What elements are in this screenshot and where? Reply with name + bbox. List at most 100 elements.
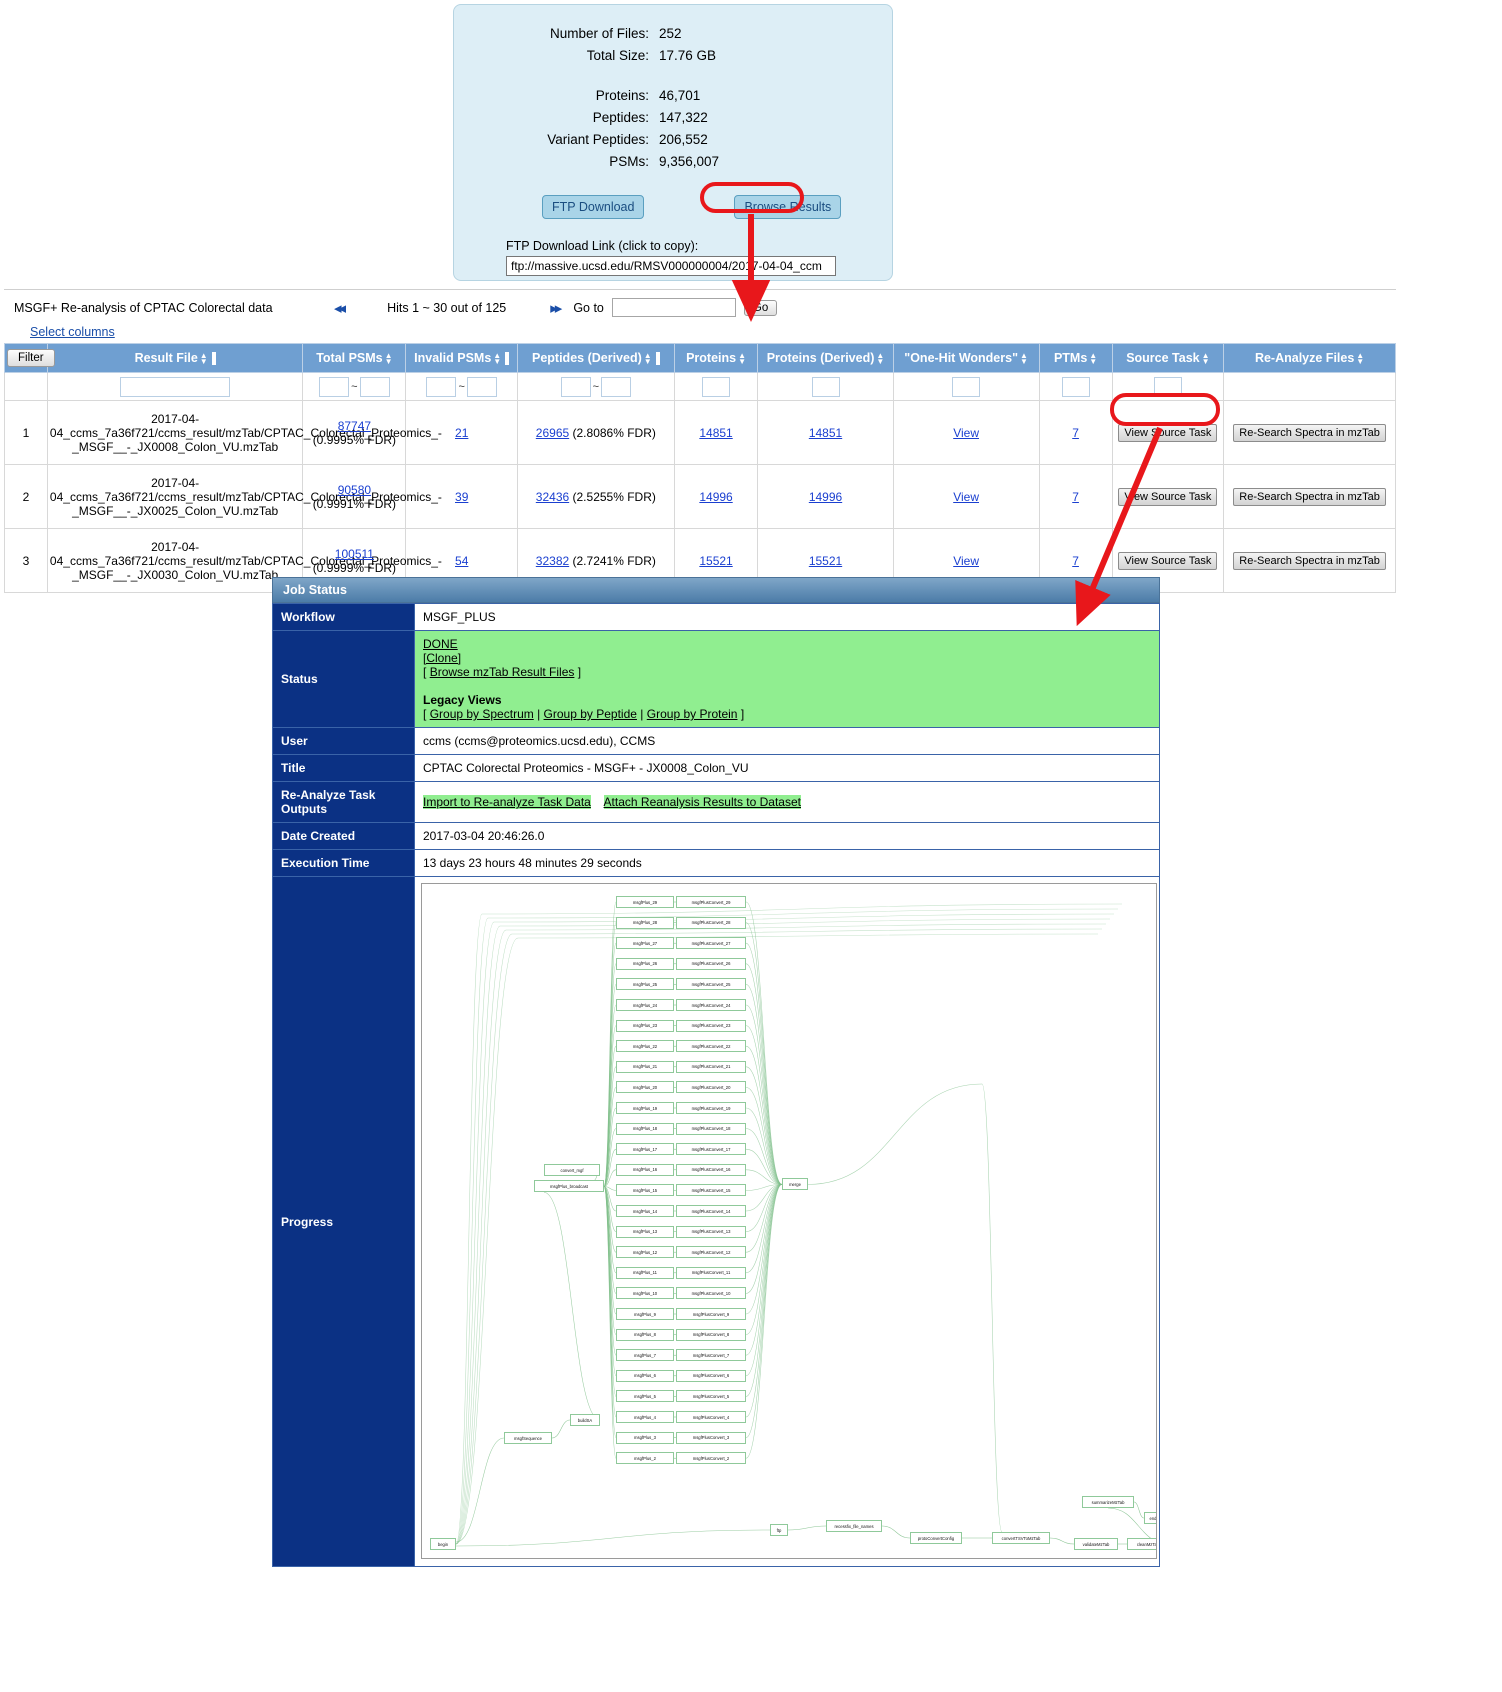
workflow-node[interactable]: msgfPlus_8 — [616, 1328, 674, 1341]
group-by-peptide-link[interactable]: Group by Peptide — [544, 707, 637, 721]
workflow-node[interactable]: msgfPlus_18 — [616, 1122, 674, 1135]
col-header-proteins[interactable]: Proteins ▲ ▼ — [673, 343, 759, 373]
workflow-node[interactable]: msgfPlus_28 — [616, 916, 674, 929]
workflow-node[interactable]: msgfPlusConvert_19 — [676, 1102, 746, 1114]
workflow-node[interactable]: msgfPlusConvert_26 — [676, 957, 746, 970]
workflow-node[interactable]: msgfPlus_19 — [616, 1102, 674, 1114]
proteins-derived-link[interactable]: 14851 — [809, 426, 842, 440]
group-by-protein-link[interactable]: Group by Protein — [647, 707, 738, 721]
browse-mztab-result-files-link[interactable]: Browse mzTab Result Files — [430, 665, 575, 679]
col-header-source-task[interactable]: Source Task ▲ ▼ — [1111, 343, 1225, 373]
workflow-node[interactable]: msgfPlus_16 — [616, 1163, 674, 1176]
workflow-node[interactable]: msgfPlus_4 — [616, 1411, 674, 1423]
view-source-task-button[interactable]: View Source Task — [1118, 551, 1218, 570]
workflow-node[interactable]: protoConvertConfig — [910, 1532, 962, 1544]
workflow-node[interactable]: begin — [430, 1538, 456, 1550]
workflow-node[interactable]: msgfPlusConvert_12 — [676, 1246, 746, 1259]
total-psms-link[interactable]: 100511 — [335, 547, 374, 561]
workflow-node[interactable]: msgfPlus_14 — [616, 1205, 674, 1217]
workflow-node[interactable]: msgfPlus_17 — [616, 1143, 674, 1156]
workflow-node[interactable]: msgfPlus_3 — [616, 1431, 674, 1444]
col-header-total-psms[interactable]: Total PSMs ▲ ▼ — [302, 343, 407, 373]
workflow-node[interactable]: msgfPlusConvert_16 — [676, 1163, 746, 1176]
workflow-node[interactable]: msgfPlusConvert_28 — [676, 916, 746, 929]
workflow-node[interactable]: msgfPlus_10 — [616, 1287, 674, 1300]
workflow-node[interactable]: convert_mgf — [544, 1164, 600, 1177]
workflow-node[interactable]: convertTSVToMzTab — [992, 1532, 1050, 1544]
prev-page-icon[interactable]: ◂◂ — [334, 299, 346, 317]
filter-input-result-file[interactable] — [120, 376, 231, 397]
invalid-psms-link[interactable]: 54 — [455, 554, 468, 568]
filter-button[interactable]: Filter — [7, 349, 55, 367]
workflow-node[interactable]: summarizeMzTab — [1082, 1496, 1134, 1508]
ftp-link-input[interactable] — [506, 256, 836, 276]
workflow-node[interactable]: msgfPlus_13 — [616, 1225, 674, 1238]
workflow-node[interactable]: msgfPlusConvert_9 — [676, 1308, 746, 1320]
workflow-node[interactable]: msgfPlusConvert_2 — [676, 1452, 746, 1465]
clone-link[interactable]: [Clone] — [423, 651, 461, 665]
one-hit-wonders-view-link[interactable]: View — [953, 554, 979, 568]
sort-icon[interactable]: ▲ ▼ — [385, 351, 393, 365]
total-psms-link[interactable]: 87747 — [338, 419, 371, 433]
col-header-result-file[interactable]: Result File ▲ ▼ — [46, 343, 304, 373]
workflow-node[interactable]: msgfPlus_29 — [616, 896, 674, 908]
proteins-link[interactable]: 14996 — [699, 490, 732, 504]
import-to-reanalyze-link[interactable]: Import to Re-analyze Task Data — [423, 795, 591, 809]
proteins-derived-link[interactable]: 14996 — [809, 490, 842, 504]
col-header-ptms[interactable]: PTMs ▲ ▼ — [1038, 343, 1113, 373]
filter-input-ptms[interactable] — [1061, 376, 1090, 397]
workflow-node[interactable]: msgfPlusConvert_15 — [676, 1184, 746, 1197]
select-columns-link[interactable]: Select columns — [4, 325, 1396, 339]
goto-page-input[interactable] — [611, 298, 736, 317]
filter-input-invalid-psms-min[interactable] — [426, 376, 457, 397]
re-search-spectra-button[interactable]: Re-Search Spectra in mzTab — [1233, 487, 1386, 506]
attach-reanalysis-results-link[interactable]: Attach Reanalysis Results to Dataset — [603, 795, 801, 809]
sort-icon[interactable]: ▲ ▼ — [493, 351, 501, 365]
ftp-download-button[interactable]: FTP Download — [542, 195, 645, 219]
workflow-node[interactable]: msgfPlus_2 — [616, 1452, 674, 1465]
workflow-node[interactable]: msgfPlusConvert_3 — [676, 1431, 746, 1444]
filter-input-proteins[interactable] — [702, 376, 731, 397]
workflow-node[interactable]: msgfPlusConvert_13 — [676, 1225, 746, 1238]
col-header-re-analyze-files[interactable]: Re-Analyze Files ▲ ▼ — [1223, 343, 1396, 373]
filter-input-proteins-derived[interactable] — [811, 376, 840, 397]
workflow-node[interactable]: msgfPlusConvert_10 — [676, 1287, 746, 1300]
invalid-psms-link[interactable]: 39 — [455, 490, 468, 504]
workflow-node[interactable]: msgfPlusConvert_8 — [676, 1328, 746, 1341]
peptides-link[interactable]: 32382 — [536, 554, 569, 568]
workflow-diagram[interactable]: convert_mgf msgfPlus_broadcast merge buildS… — [421, 883, 1157, 1559]
browse-results-button[interactable]: Browse Results — [734, 195, 842, 219]
workflow-node[interactable]: msgfPlusConvert_17 — [676, 1143, 746, 1156]
next-page-icon[interactable]: ▸▸ — [550, 299, 562, 317]
re-search-spectra-button[interactable]: Re-Search Spectra in mzTab — [1233, 423, 1386, 442]
workflow-node[interactable]: msgfPlus_27 — [616, 937, 674, 950]
workflow-node[interactable]: msgfPlusConvert_18 — [676, 1122, 746, 1135]
view-source-task-button[interactable]: View Source Task — [1118, 487, 1218, 506]
workflow-node[interactable]: msgfPlus_9 — [616, 1308, 674, 1320]
proteins-link[interactable]: 15521 — [699, 554, 732, 568]
filter-input-total-psms-min[interactable] — [319, 376, 350, 397]
group-by-spectrum-link[interactable]: Group by Spectrum — [430, 707, 534, 721]
column-resize-handle[interactable] — [655, 352, 660, 366]
status-done-link[interactable]: DONE — [423, 637, 458, 651]
workflow-node[interactable]: msgfPlusConvert_11 — [676, 1266, 746, 1279]
one-hit-wonders-view-link[interactable]: View — [953, 490, 979, 504]
sort-icon[interactable]: ▲ ▼ — [1356, 351, 1364, 365]
workflow-node[interactable]: msgfPlus_7 — [616, 1349, 674, 1362]
one-hit-wonders-view-link[interactable]: View — [953, 426, 979, 440]
workflow-node[interactable]: msgfPlusConvert_27 — [676, 937, 746, 950]
workflow-node[interactable]: msgfPlus_24 — [616, 999, 674, 1011]
column-resize-handle[interactable] — [211, 352, 216, 366]
workflow-node[interactable]: msgfPlus_15 — [616, 1184, 674, 1197]
workflow-node[interactable]: ftp — [770, 1524, 788, 1536]
sort-icon[interactable]: ▲ ▼ — [644, 351, 652, 365]
workflow-node[interactable]: msgfPlus_broadcast — [534, 1180, 604, 1193]
proteins-link[interactable]: 14851 — [699, 426, 732, 440]
workflow-node[interactable]: msgfPlusConvert_5 — [676, 1390, 746, 1403]
col-header-invalid-psms[interactable]: Invalid PSMs ▲ ▼ — [405, 343, 518, 373]
workflow-node[interactable]: validateMzTab — [1074, 1538, 1118, 1550]
workflow-node[interactable]: end — [1144, 1512, 1156, 1524]
workflow-node[interactable]: msgfPlusConvert_29 — [676, 896, 746, 908]
invalid-psms-link[interactable]: 21 — [455, 426, 468, 440]
filter-input-one-hit-wonders[interactable] — [952, 376, 981, 397]
